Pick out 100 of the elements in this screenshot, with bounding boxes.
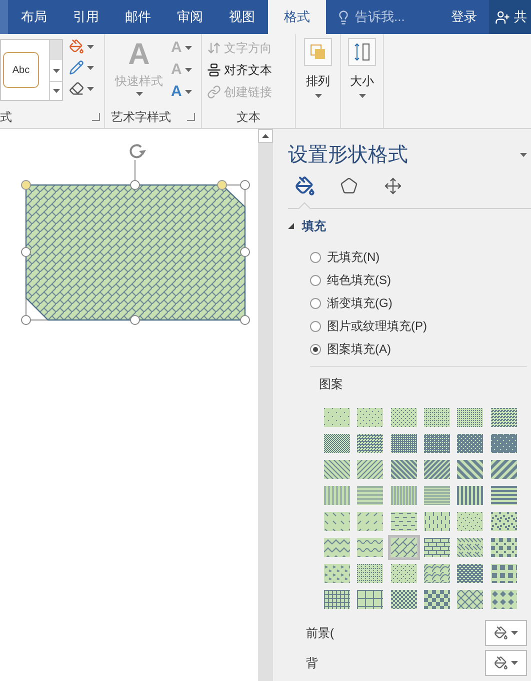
ribbon-tab[interactable]: 格式 bbox=[268, 0, 326, 34]
resize-handle[interactable] bbox=[240, 180, 250, 190]
pattern-swatch[interactable] bbox=[390, 537, 418, 558]
paint-bucket-icon[interactable] bbox=[69, 39, 84, 54]
pattern-swatch[interactable] bbox=[356, 485, 384, 506]
pattern-swatch[interactable] bbox=[423, 537, 451, 558]
fill-radio-option[interactable]: 图案填充(A) bbox=[310, 341, 527, 357]
pattern-swatch[interactable] bbox=[456, 589, 484, 610]
fill-radio-option[interactable]: 纯色填充(S) bbox=[310, 272, 527, 288]
pattern-swatch[interactable] bbox=[323, 511, 351, 532]
radio-button[interactable] bbox=[310, 320, 321, 332]
resize-handle[interactable] bbox=[240, 315, 250, 325]
pentagon-icon bbox=[340, 177, 358, 195]
pattern-swatch[interactable] bbox=[423, 563, 451, 584]
pattern-swatch[interactable] bbox=[323, 589, 351, 610]
ribbon-tab[interactable]: 审阅 bbox=[164, 0, 216, 34]
adjust-handle[interactable] bbox=[217, 180, 227, 190]
rotate-handle-icon[interactable] bbox=[130, 144, 146, 158]
ribbon-tab[interactable]: 引用 bbox=[60, 0, 112, 34]
pattern-swatch[interactable] bbox=[423, 433, 451, 454]
pattern-swatch[interactable] bbox=[490, 433, 518, 454]
pattern-swatch[interactable] bbox=[323, 537, 351, 558]
pattern-swatch[interactable] bbox=[423, 459, 451, 480]
pattern-swatch[interactable] bbox=[323, 485, 351, 506]
sign-in-link[interactable]: 登录 bbox=[439, 0, 489, 34]
pattern-swatch[interactable] bbox=[356, 459, 384, 480]
resize-handle[interactable] bbox=[21, 315, 31, 325]
pattern-swatch[interactable] bbox=[456, 537, 484, 558]
scroll-up-button[interactable] bbox=[258, 129, 273, 143]
snipped-rectangle-shape[interactable] bbox=[25, 184, 246, 321]
radio-button[interactable] bbox=[310, 344, 321, 354]
pattern-swatch[interactable] bbox=[456, 407, 484, 428]
pattern-swatch[interactable] bbox=[456, 459, 484, 480]
size-button[interactable]: 大小 bbox=[348, 38, 376, 98]
color-picker-button[interactable] bbox=[485, 620, 527, 646]
dialog-launcher-icon[interactable] bbox=[187, 113, 195, 121]
pattern-swatch[interactable] bbox=[356, 589, 384, 610]
pattern-swatch[interactable] bbox=[490, 537, 518, 558]
pattern-swatch[interactable] bbox=[456, 563, 484, 584]
pattern-swatch[interactable] bbox=[490, 407, 518, 428]
pattern-swatch[interactable] bbox=[323, 563, 351, 584]
fill-radio-option[interactable]: 图片或纹理填充(P) bbox=[310, 318, 527, 334]
pencil-icon[interactable] bbox=[69, 60, 84, 75]
dialog-launcher-icon[interactable] bbox=[92, 113, 100, 121]
color-picker-button[interactable] bbox=[485, 650, 527, 676]
ribbon-tab[interactable]: 布局 bbox=[8, 0, 60, 34]
ribbon-tab[interactable]: 邮件 bbox=[112, 0, 164, 34]
dropdown-caret-icon bbox=[87, 66, 94, 70]
ribbon-tab[interactable]: 视图 bbox=[216, 0, 268, 34]
pattern-swatch[interactable] bbox=[390, 485, 418, 506]
dropdown-caret-icon bbox=[358, 94, 366, 98]
resize-handle[interactable] bbox=[21, 247, 31, 257]
pattern-swatch[interactable] bbox=[390, 511, 418, 532]
pattern-swatch[interactable] bbox=[390, 433, 418, 454]
radio-button[interactable] bbox=[310, 252, 321, 262]
resize-handle[interactable] bbox=[130, 180, 140, 190]
pattern-swatch[interactable] bbox=[356, 563, 384, 584]
pattern-swatch[interactable] bbox=[356, 537, 384, 558]
shape-style-thumbnail[interactable]: Abc bbox=[3, 52, 39, 88]
radio-button[interactable] bbox=[310, 298, 321, 308]
pattern-swatch[interactable] bbox=[490, 485, 518, 506]
wordart-glyph[interactable]: A bbox=[171, 80, 182, 104]
pattern-swatch[interactable] bbox=[323, 433, 351, 454]
pattern-swatch[interactable] bbox=[456, 433, 484, 454]
arrange-button[interactable]: 排列 bbox=[304, 38, 332, 98]
pane-icon-tab[interactable] bbox=[382, 175, 404, 197]
pattern-swatch[interactable] bbox=[490, 459, 518, 480]
pattern-swatch[interactable] bbox=[356, 407, 384, 428]
pattern-swatch[interactable] bbox=[390, 407, 418, 428]
pattern-swatch[interactable] bbox=[356, 433, 384, 454]
pattern-swatch[interactable] bbox=[456, 485, 484, 506]
share-button[interactable]: 共 bbox=[489, 0, 531, 34]
fill-radio-option[interactable]: 无填充(N) bbox=[310, 249, 527, 265]
pattern-swatch[interactable] bbox=[423, 589, 451, 610]
pattern-swatch[interactable] bbox=[323, 407, 351, 428]
pattern-swatch[interactable] bbox=[490, 563, 518, 584]
eraser-icon[interactable] bbox=[69, 81, 84, 96]
radio-button[interactable] bbox=[310, 274, 321, 286]
pattern-swatch[interactable] bbox=[490, 589, 518, 610]
tell-me-field[interactable]: 告诉我... bbox=[336, 0, 405, 34]
ribbon-button[interactable]: 对齐文本 bbox=[207, 61, 290, 79]
resize-handle[interactable] bbox=[240, 247, 250, 257]
overlapping-squares-icon bbox=[304, 38, 332, 66]
fill-radio-option[interactable]: 渐变填充(G) bbox=[310, 295, 527, 311]
pattern-swatch[interactable] bbox=[356, 511, 384, 532]
pattern-swatch[interactable] bbox=[423, 407, 451, 428]
pattern-swatch[interactable] bbox=[323, 459, 351, 480]
adjust-handle[interactable] bbox=[21, 180, 31, 190]
scrollbar[interactable] bbox=[258, 129, 273, 681]
section-header[interactable]: 填充 bbox=[288, 217, 527, 235]
expand-triangle-icon bbox=[288, 223, 294, 229]
pattern-swatch[interactable] bbox=[390, 459, 418, 480]
pattern-swatch[interactable] bbox=[423, 485, 451, 506]
resize-handle[interactable] bbox=[130, 315, 140, 325]
pattern-swatch[interactable] bbox=[490, 511, 518, 532]
pattern-swatch[interactable] bbox=[423, 511, 451, 532]
pane-icon-tab[interactable] bbox=[294, 175, 316, 197]
pattern-swatch[interactable] bbox=[390, 563, 418, 584]
pattern-swatch[interactable] bbox=[456, 511, 484, 532]
pattern-swatch[interactable] bbox=[390, 589, 418, 610]
